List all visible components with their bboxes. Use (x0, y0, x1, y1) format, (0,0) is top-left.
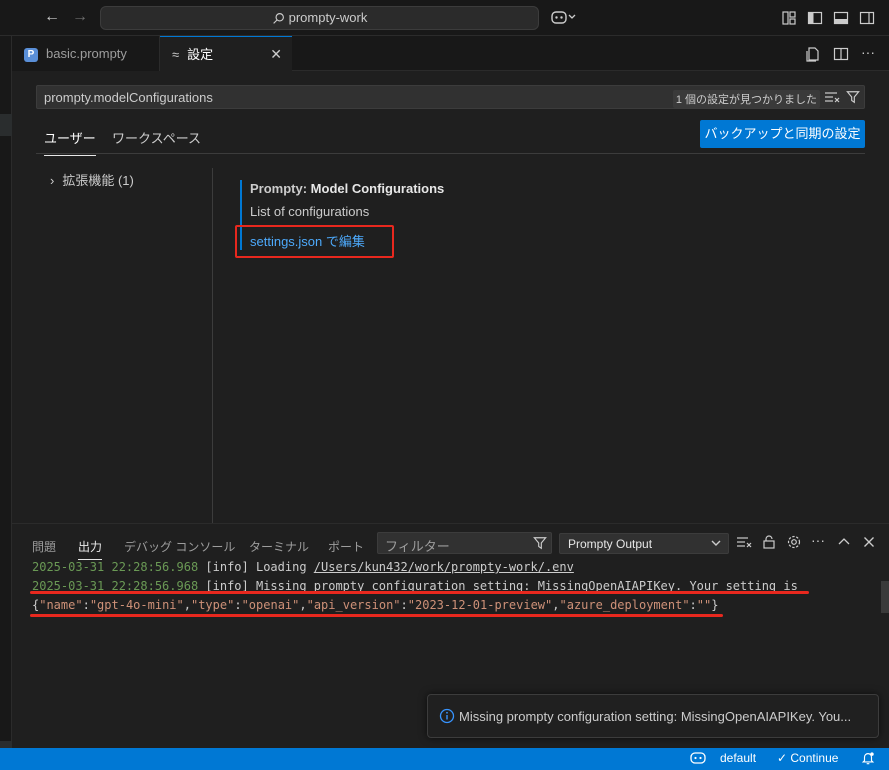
json-value: "openai" (241, 598, 300, 612)
toc-divider (212, 168, 213, 523)
tab-workspace-settings[interactable]: ワークスペース (112, 128, 201, 155)
tab-label: basic.prompty (46, 46, 127, 61)
json-key: "api_version" (306, 598, 401, 612)
panel-tab-debug-console[interactable]: デバッグ コンソール (124, 538, 235, 555)
clear-output-icon[interactable] (736, 534, 752, 550)
tab-label: 設定 (187, 47, 214, 62)
more-actions-icon[interactable]: ··· (811, 533, 827, 550)
json-value: "" (696, 598, 712, 612)
toggle-primary-sidebar-icon[interactable] (807, 10, 823, 26)
filter-icon[interactable] (533, 536, 547, 553)
panel-tab-ports[interactable]: ポート (328, 538, 364, 555)
notification-message: Missing prompty configuration setting: M… (459, 709, 852, 724)
toggle-panel-icon[interactable] (833, 10, 849, 26)
search-icon (272, 13, 284, 24)
copilot-status-icon[interactable] (690, 751, 706, 768)
activity-bar-selection (0, 114, 12, 136)
gear-icon[interactable] (786, 534, 802, 550)
filter-placeholder: フィルター (385, 539, 450, 554)
more-actions-icon[interactable]: ··· (861, 45, 875, 65)
activity-bar (0, 36, 12, 763)
output-channel-select[interactable]: Prompty Output (559, 533, 729, 554)
panel-tab-problems[interactable]: 問題 (32, 538, 56, 555)
output-channel-value: Prompty Output (568, 537, 653, 551)
toggle-secondary-sidebar-icon[interactable] (859, 10, 875, 26)
settings-search-value: prompty.modelConfigurations (44, 90, 213, 105)
settings-search-input[interactable]: prompty.modelConfigurations 1 個の設定が見つかりま… (36, 85, 865, 109)
setting-title: Prompty: Model Configurations (250, 181, 444, 196)
chevron-right-icon: › (50, 173, 55, 188)
close-panel-icon[interactable] (861, 534, 877, 550)
tab-basic-prompty[interactable]: Pbasic.prompty (12, 36, 160, 71)
chevron-down-icon (710, 536, 722, 553)
log-line: 2025-03-31 22:28:56.968 [info] Loading /… (32, 560, 574, 574)
tab-user-settings[interactable]: ユーザー (44, 128, 96, 156)
tab-settings[interactable]: ≈ 設定 ✕ (160, 36, 292, 71)
customize-layout-icon[interactable] (781, 10, 797, 26)
split-editor-icon[interactable] (833, 46, 849, 65)
clear-filter-list-icon[interactable] (824, 90, 840, 107)
log-level: [info] (198, 560, 256, 574)
back-arrow-icon[interactable]: ← (44, 8, 60, 26)
title-bar: ← → prompty-work (0, 0, 889, 36)
maximize-panel-icon[interactable] (836, 534, 852, 550)
annotation-underline (30, 591, 809, 594)
settings-sliders-icon: ≈ (172, 47, 180, 62)
status-continue-label: Continue (790, 751, 839, 765)
backup-sync-button[interactable]: バックアップと同期の設定 (700, 120, 865, 148)
open-settings-json-icon[interactable] (805, 46, 821, 65)
json-value: "2023-12-01-preview" (407, 598, 553, 612)
forward-arrow-icon[interactable]: → (72, 8, 88, 26)
lock-scroll-icon[interactable] (761, 534, 777, 550)
json-key: "name" (39, 598, 83, 612)
filter-icon[interactable] (846, 90, 860, 107)
search-result-count: 1 個の設定が見つかりました (672, 90, 820, 108)
editor-tab-bar: Pbasic.prompty ≈ 設定 ✕ ··· (12, 36, 889, 71)
log-file-path-link[interactable]: /Users/kun432/work/prompty-work/.env (314, 560, 574, 574)
notification-toast[interactable]: Missing prompty configuration setting: M… (427, 694, 879, 738)
info-icon (439, 708, 455, 727)
json-key: "azure_deployment" (559, 598, 690, 612)
json-key: "type" (190, 598, 235, 612)
log-json-line: {"name":"gpt-4o-mini","type":"openai","a… (32, 598, 719, 612)
json-value: "gpt-4o-mini" (89, 598, 184, 612)
command-center-search[interactable]: prompty-work (100, 6, 539, 30)
notifications-bell-icon[interactable] (861, 751, 875, 768)
panel-tab-terminal[interactable]: ターミナル (249, 538, 309, 555)
panel-scrollbar[interactable] (881, 581, 889, 613)
close-icon[interactable]: ✕ (270, 37, 282, 72)
log-timestamp: 2025-03-31 22:28:56.968 (32, 560, 199, 574)
status-bar: default ✓ Continue (0, 748, 889, 770)
check-icon: ✓ (777, 751, 791, 765)
copilot-icon[interactable] (551, 9, 577, 28)
setting-description: List of configurations (250, 204, 370, 219)
panel-tab-output[interactable]: 出力 (78, 538, 103, 560)
setting-category: Prompty: (250, 181, 311, 196)
setting-name: Model Configurations (310, 181, 445, 196)
toc-item-extensions[interactable]: › 拡張機能 (1) (50, 170, 134, 189)
toc-item-label: 拡張機能 (1) (62, 173, 134, 188)
annotation-underline (30, 614, 723, 617)
output-filter-input[interactable]: フィルター (377, 532, 552, 554)
prompty-file-icon: P (24, 47, 38, 62)
status-continue[interactable]: ✓ Continue (777, 751, 838, 765)
json-brace: } (711, 598, 719, 612)
annotation-highlight-box (235, 225, 394, 258)
command-center-text: prompty-work (288, 10, 368, 25)
log-text: Loading (255, 560, 314, 574)
status-profile[interactable]: default (720, 751, 756, 765)
